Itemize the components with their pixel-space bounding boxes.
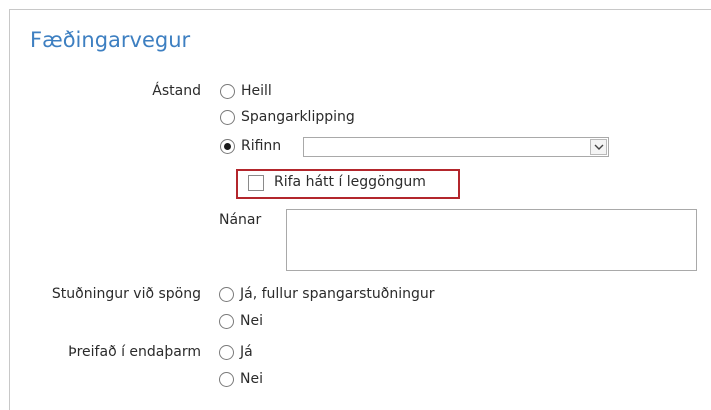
- rifa-hatt-checkbox[interactable]: [248, 175, 264, 191]
- threifad-label: Þreifað í endaþarm: [68, 344, 201, 360]
- radio-threifad-nei[interactable]: [219, 372, 234, 387]
- rifa-hatt-label: Rifa hátt í leggöngum: [274, 174, 426, 190]
- radio-heill[interactable]: [220, 84, 235, 99]
- chevron-down-icon: [594, 144, 604, 150]
- select-dropdown-button[interactable]: [590, 139, 607, 155]
- radio-spangarklipping-label: Spangarklipping: [241, 109, 355, 125]
- studningur-label: Stuðningur við spöng: [51, 286, 201, 302]
- radio-spangarklipping[interactable]: [220, 110, 235, 125]
- radio-studningur-nei[interactable]: [219, 314, 234, 329]
- radio-threifad-ja-label: Já: [240, 344, 253, 360]
- radio-threifad-nei-label: Nei: [240, 371, 263, 387]
- section-title: Fæðingarvegur: [30, 28, 191, 52]
- radio-rifinn-label: Rifinn: [241, 138, 282, 154]
- radio-studningur-nei-label: Nei: [240, 313, 263, 329]
- rifinn-select[interactable]: [303, 137, 609, 157]
- radio-ja-fullur[interactable]: [219, 287, 234, 302]
- radio-threifad-ja[interactable]: [219, 345, 234, 360]
- nanar-label: Nánar: [219, 212, 262, 228]
- astand-label: Ástand: [152, 83, 201, 99]
- nanar-textarea[interactable]: [286, 209, 697, 271]
- radio-heill-label: Heill: [241, 83, 272, 99]
- radio-ja-fullur-label: Já, fullur spangarstuðningur: [240, 286, 435, 302]
- radio-rifinn[interactable]: [220, 139, 235, 154]
